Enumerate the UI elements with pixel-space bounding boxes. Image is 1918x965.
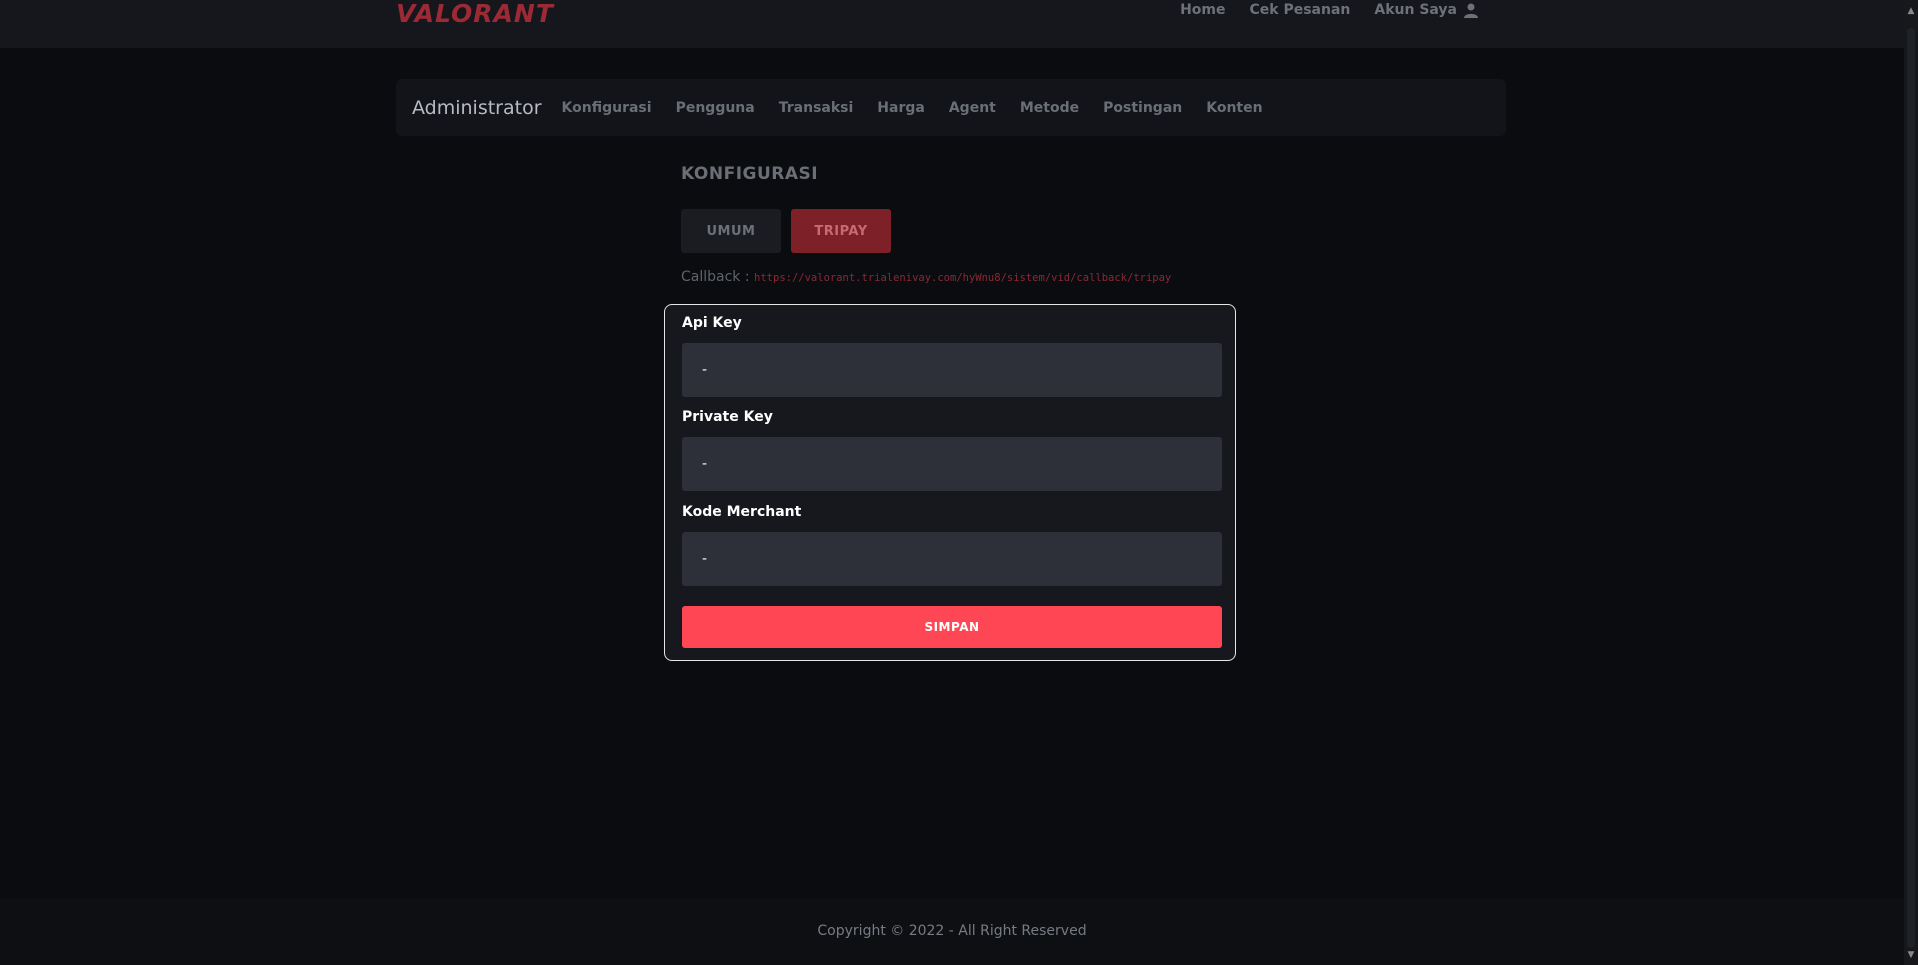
tripay-form: Api Key - Private Key - Kode Merchant - … — [664, 304, 1236, 661]
top-nav: Home Cek Pesanan Akun Saya — [1180, 0, 1479, 20]
nav-home-link[interactable]: Home — [1180, 2, 1225, 18]
scroll-up-icon[interactable]: ▲ — [1906, 6, 1916, 16]
nav-cek-pesanan-label: Cek Pesanan — [1249, 2, 1351, 18]
valorant-logo[interactable]: VALORANT — [396, 0, 556, 26]
callback-info: Callback : https://valorant.trialenivay.… — [681, 269, 1171, 285]
nav-akun-saya-link[interactable]: Akun Saya — [1374, 2, 1479, 18]
page: VALORANT Home Cek Pesanan Akun Saya Admi… — [0, 0, 1918, 965]
admin-link-transaksi[interactable]: Transaksi — [779, 100, 854, 116]
private-key-input[interactable]: - — [682, 437, 1222, 491]
api-key-input[interactable]: - — [682, 343, 1222, 397]
footer: Copyright © 2022 - All Right Reserved — [0, 898, 1904, 965]
admin-links: Konfigurasi Pengguna Transaksi Harga Age… — [562, 100, 1263, 116]
callback-url: https://valorant.trialenivay.com/hyWnu8/… — [754, 272, 1172, 284]
scrollbar-thumb[interactable] — [1907, 28, 1915, 948]
admin-link-harga[interactable]: Harga — [877, 100, 925, 116]
tab-tripay[interactable]: TRIPAY — [791, 209, 891, 253]
admin-brand[interactable]: Administrator — [412, 97, 542, 119]
api-key-label: Api Key — [682, 315, 742, 331]
tab-umum[interactable]: UMUM — [681, 209, 781, 253]
nav-cek-pesanan-link[interactable]: Cek Pesanan — [1249, 2, 1350, 18]
save-button[interactable]: SIMPAN — [682, 606, 1222, 648]
nav-akun-saya-label: Akun Saya — [1374, 2, 1457, 18]
copyright-text: Copyright © 2022 - All Right Reserved — [817, 922, 1087, 939]
svg-text:VALORANT: VALORANT — [396, 0, 555, 26]
admin-navbar: Administrator Konfigurasi Pengguna Trans… — [396, 79, 1506, 136]
kode-merchant-input[interactable]: - — [682, 532, 1222, 586]
scroll-down-icon[interactable]: ▼ — [1906, 950, 1916, 960]
callback-label: Callback : — [681, 269, 750, 285]
admin-link-metode[interactable]: Metode — [1020, 100, 1079, 116]
page-scrollbar[interactable]: ▲ ▼ — [1904, 0, 1918, 965]
admin-link-konten[interactable]: Konten — [1206, 100, 1262, 116]
admin-link-postingan[interactable]: Postingan — [1103, 100, 1182, 116]
config-tabs: UMUM TRIPAY — [681, 209, 891, 253]
private-key-label: Private Key — [682, 409, 773, 425]
kode-merchant-label: Kode Merchant — [682, 504, 802, 520]
admin-link-pengguna[interactable]: Pengguna — [676, 100, 755, 116]
admin-link-agent[interactable]: Agent — [949, 100, 996, 116]
admin-link-konfigurasi[interactable]: Konfigurasi — [562, 100, 652, 116]
nav-home-label: Home — [1180, 2, 1226, 18]
top-navbar: VALORANT Home Cek Pesanan Akun Saya — [0, 0, 1904, 48]
user-icon — [1464, 3, 1478, 18]
page-title: KONFIGURASI — [681, 164, 819, 184]
